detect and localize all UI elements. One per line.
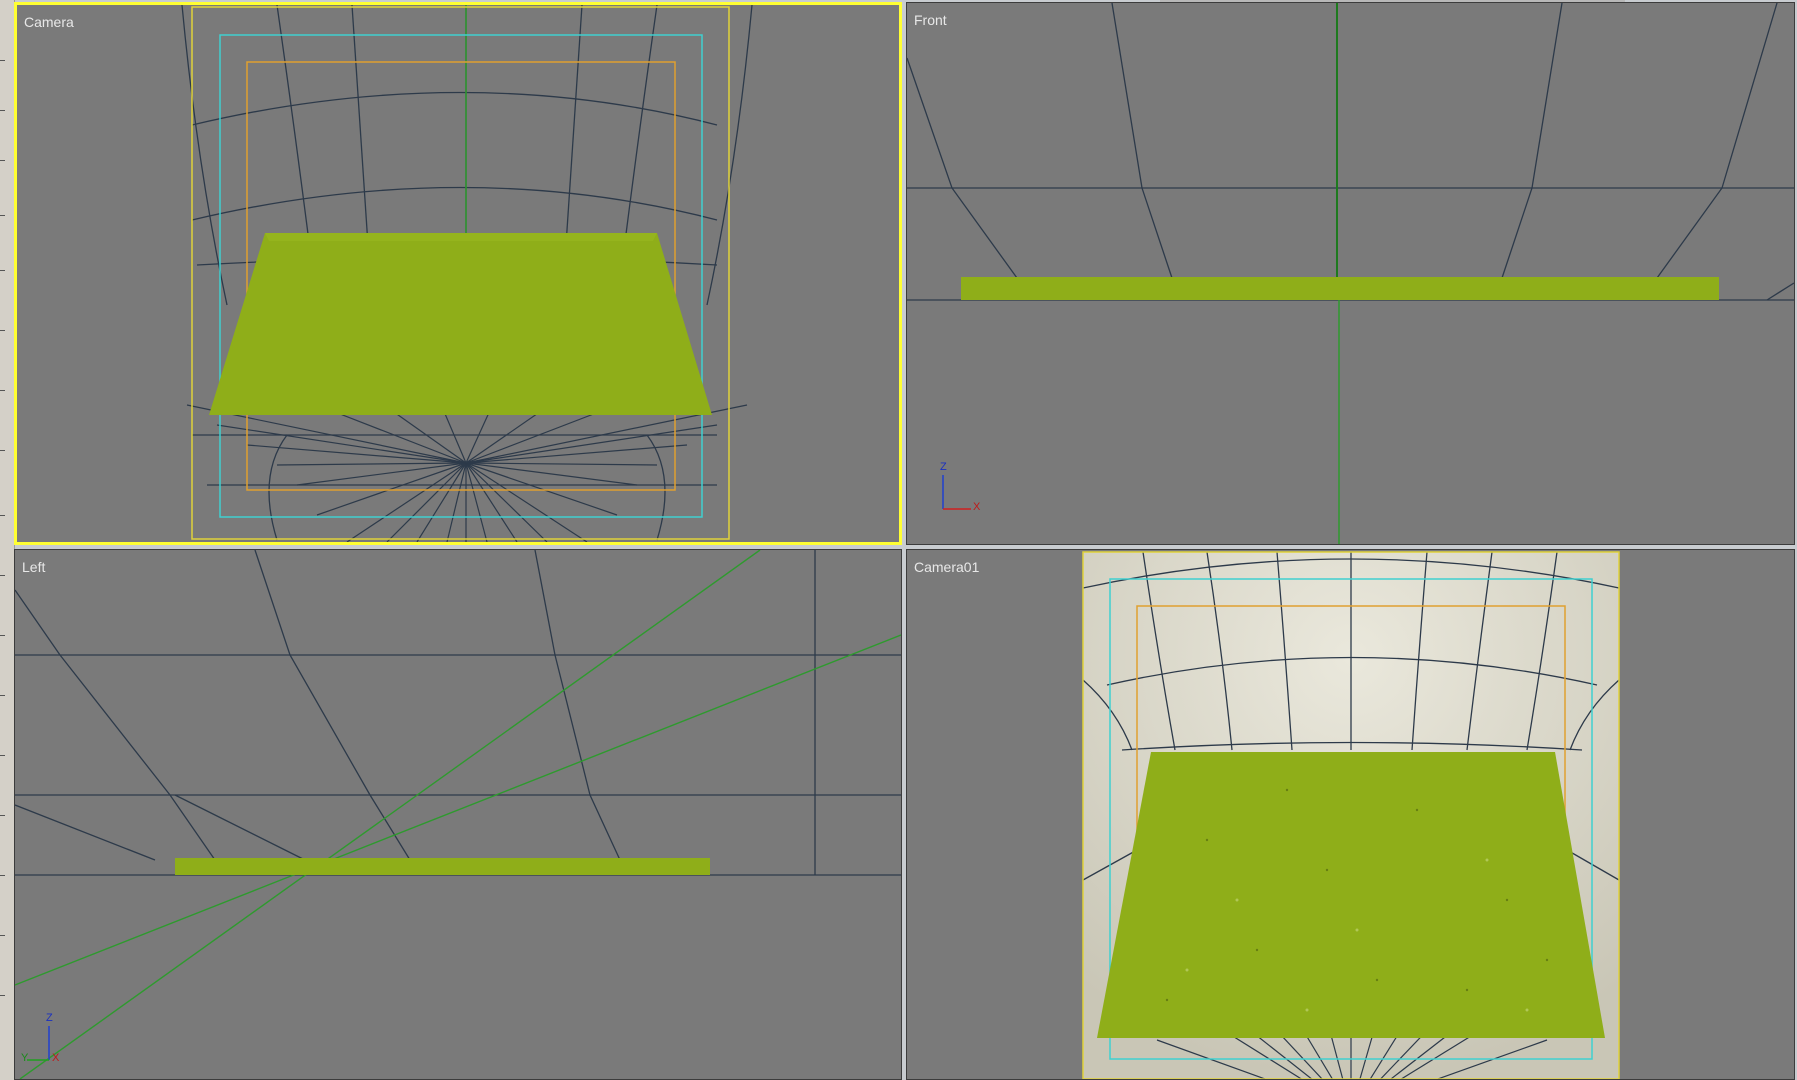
axis-z-label: Z: [940, 461, 947, 473]
viewport-camera[interactable]: Camera: [14, 2, 902, 545]
viewport-label[interactable]: Camera01: [914, 559, 979, 575]
viewport-front[interactable]: Front Z X: [906, 2, 1795, 545]
viewport-label[interactable]: Left: [22, 559, 45, 575]
axis-z-label: Z: [46, 1012, 53, 1024]
axis-tripod: Z Y X: [19, 1012, 79, 1067]
viewport-left[interactable]: Left Z Y X: [14, 549, 902, 1080]
left-ruler: [0, 0, 15, 1080]
axis-y-label: Y: [21, 1052, 29, 1064]
axis-x-label: X: [973, 501, 981, 513]
left-scene: [15, 550, 901, 1079]
viewport-camera01[interactable]: Camera01: [906, 549, 1795, 1080]
camera-scene: [181, 5, 753, 542]
axis-x-label: X: [52, 1052, 60, 1064]
viewport-label[interactable]: Camera: [24, 14, 74, 30]
axis-tripod: Z X: [937, 461, 997, 515]
viewport-label[interactable]: Front: [914, 12, 947, 28]
camera01-scene: [1082, 551, 1620, 1079]
front-scene: [907, 3, 1794, 544]
